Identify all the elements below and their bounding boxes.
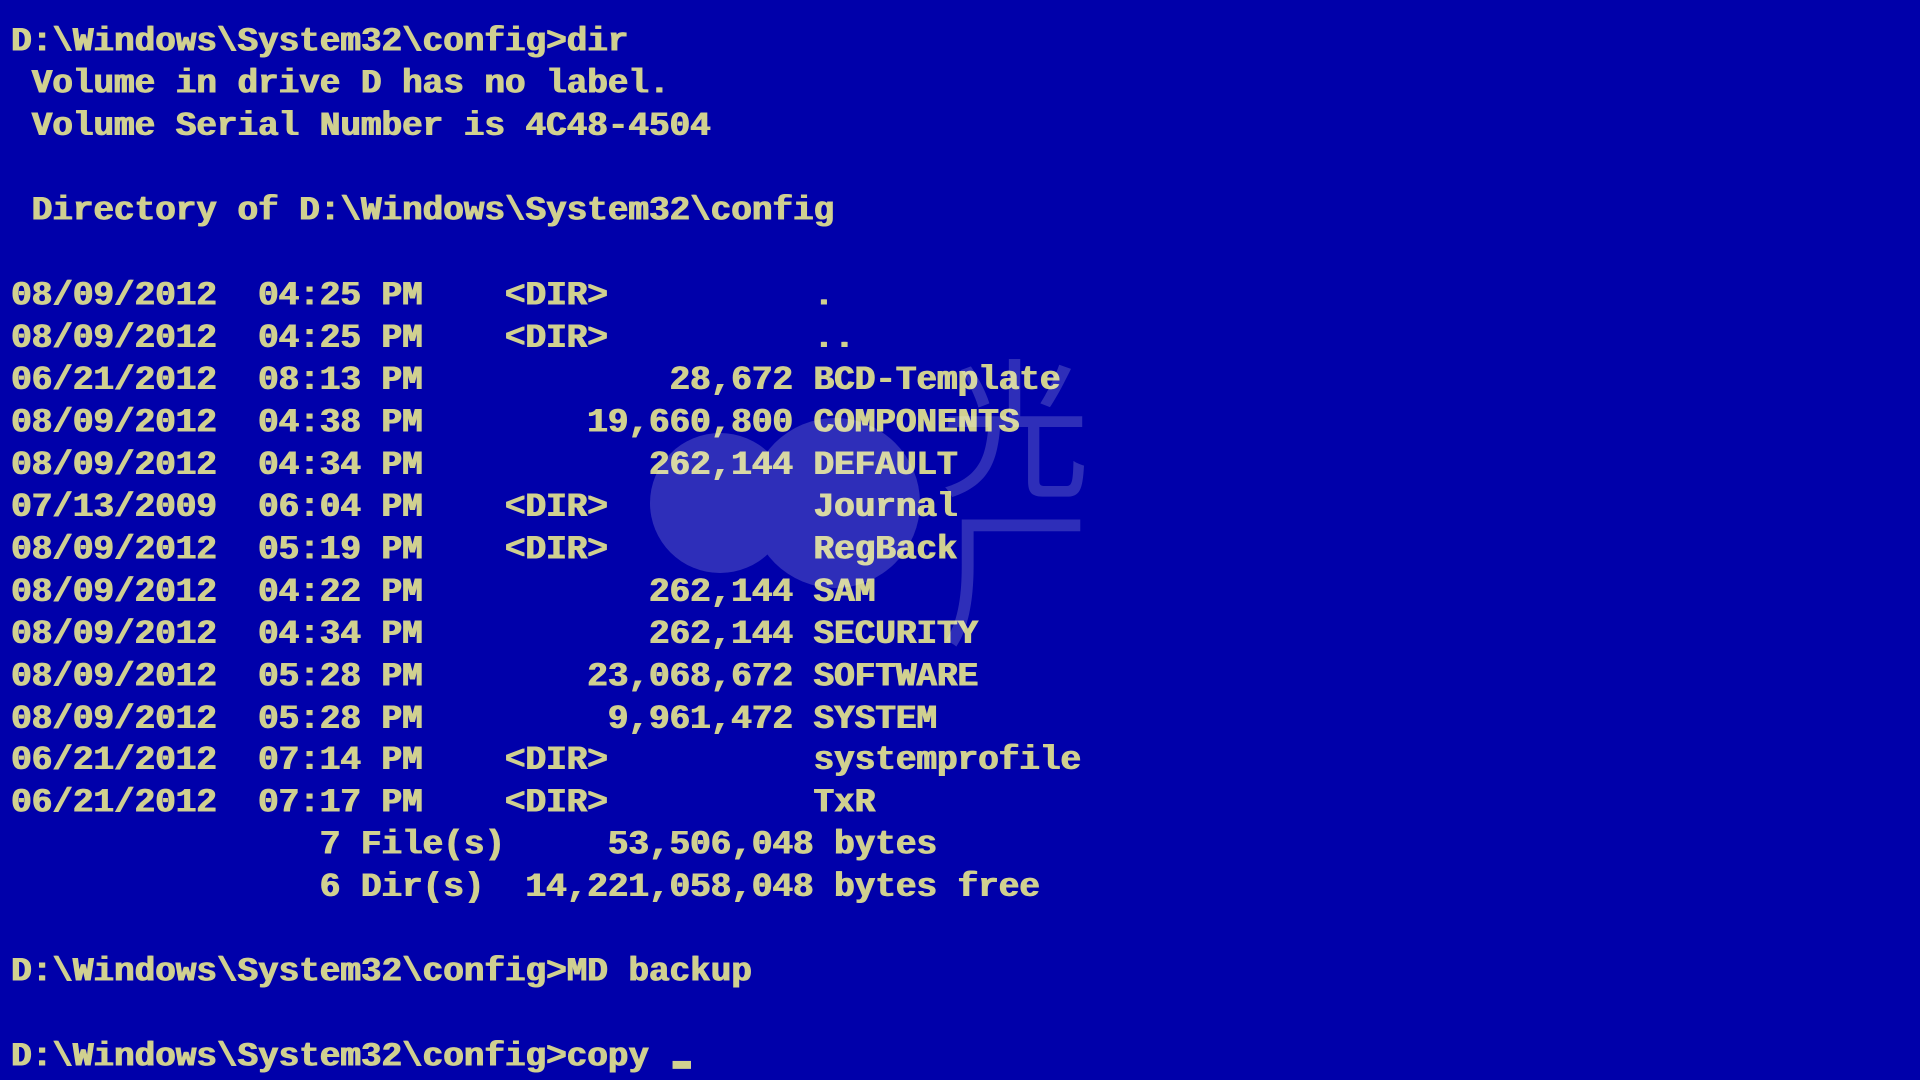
volume-serial-line: Volume Serial Number is 4C48-4504 bbox=[11, 106, 711, 146]
dir-entry: 08/09/2012 04:34 PM 262,144 SECURITY bbox=[11, 614, 978, 654]
summary-dirs: 6 Dir(s) 14,221,058,048 bytes free bbox=[11, 867, 1040, 907]
dir-entry: 08/09/2012 05:19 PM <DIR> RegBack bbox=[11, 529, 957, 569]
dir-entry: 08/09/2012 05:28 PM 23,068,672 SOFTWARE bbox=[11, 656, 978, 696]
dir-entry: 08/09/2012 04:25 PM <DIR> .. bbox=[11, 317, 855, 357]
dir-entry: 08/09/2012 04:34 PM 262,144 DEFAULT bbox=[11, 444, 957, 484]
prompt-line-2: D:\Windows\System32\config>MD backup bbox=[11, 952, 752, 992]
prompt-line-3: D:\Windows\System32\config>copy bbox=[11, 1037, 692, 1077]
dir-entry: 08/09/2012 04:22 PM 262,144 SAM bbox=[11, 571, 875, 611]
dir-entry: 08/09/2012 04:38 PM 19,660,800 COMPONENT… bbox=[11, 402, 1019, 442]
volume-label-line: Volume in drive D has no label. bbox=[11, 63, 669, 103]
dir-entry: 06/21/2012 07:17 PM <DIR> TxR bbox=[11, 783, 875, 823]
dir-entry: 06/21/2012 07:14 PM <DIR> systemprofile bbox=[11, 740, 1081, 780]
dir-entry: 06/21/2012 08:13 PM 28,672 BCD-Template bbox=[11, 360, 1060, 400]
cursor bbox=[672, 1061, 691, 1070]
prompt-line-1: D:\Windows\System32\config>dir bbox=[11, 21, 628, 61]
dir-entry: 08/09/2012 04:25 PM <DIR> . bbox=[11, 275, 834, 315]
summary-files: 7 File(s) 53,506,048 bytes bbox=[11, 825, 937, 865]
terminal-output[interactable]: D:\Windows\System32\config>dir Volume in… bbox=[0, 0, 1920, 1080]
directory-of-line: Directory of D:\Windows\System32\config bbox=[11, 190, 834, 230]
dir-entry: 08/09/2012 05:28 PM 9,961,472 SYSTEM bbox=[11, 698, 937, 738]
dir-entry: 07/13/2009 06:04 PM <DIR> Journal bbox=[11, 487, 957, 527]
